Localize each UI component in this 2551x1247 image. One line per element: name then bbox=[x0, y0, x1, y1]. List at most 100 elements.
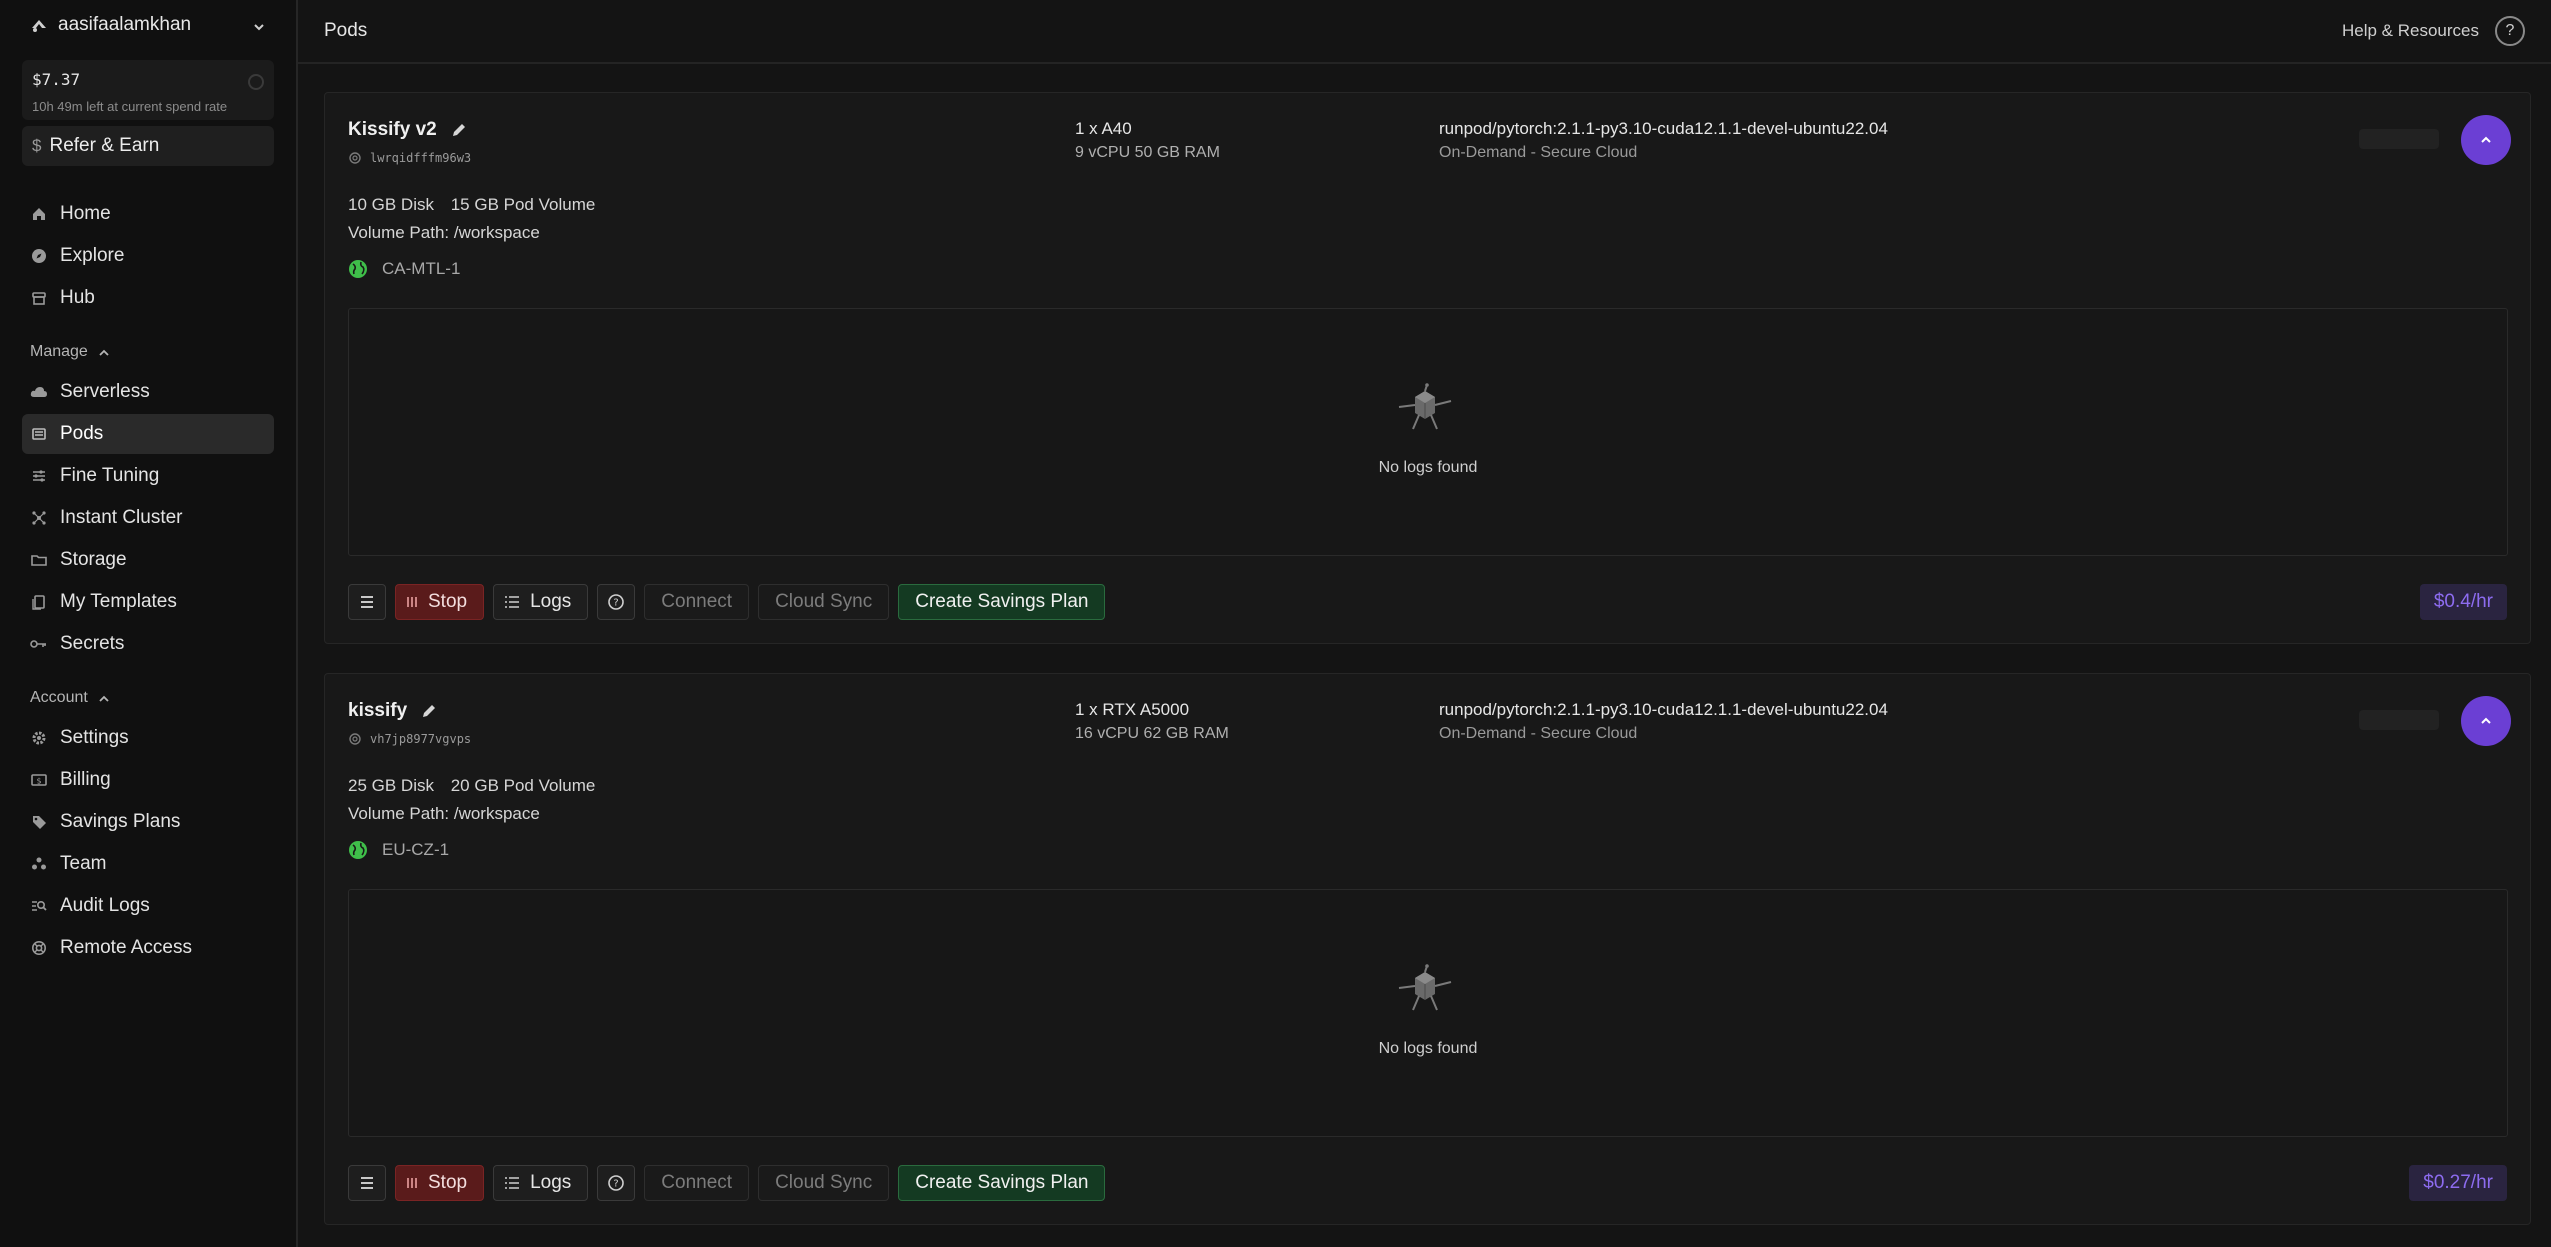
pod-gpu-info: 1 x RTX A5000 16 vCPU 62 GB RAM bbox=[1075, 698, 1229, 746]
sidebar-item-team[interactable]: Team bbox=[22, 844, 274, 884]
pod-region: EU-CZ-1 bbox=[382, 840, 450, 859]
sidebar-item-secrets[interactable]: Secrets bbox=[22, 624, 274, 664]
sidebar-item-home[interactable]: Home bbox=[22, 194, 274, 234]
pencil-icon[interactable] bbox=[451, 122, 467, 138]
pod-id[interactable]: lwrqidfffm96w3 bbox=[370, 151, 471, 165]
cloud-icon bbox=[30, 383, 48, 401]
stop-label: Stop bbox=[428, 591, 468, 612]
sidebar-item-my-templates[interactable]: My Templates bbox=[22, 582, 274, 622]
gear-icon bbox=[348, 732, 362, 746]
pod-image-info: runpod/pytorch:2.1.1-py3.10-cuda12.1.1-d… bbox=[1439, 698, 1888, 746]
audit-icon bbox=[30, 897, 48, 915]
pod-id[interactable]: vh7jp8977vgvps bbox=[370, 732, 471, 746]
logs-panel: No logs found bbox=[348, 308, 2508, 556]
svg-text:?: ? bbox=[614, 598, 619, 609]
chevron-up-icon bbox=[98, 692, 110, 704]
logs-button[interactable]: Logs bbox=[493, 584, 589, 620]
chevron-up-icon bbox=[2481, 136, 2491, 143]
sidebar-item-remote-access[interactable]: Remote Access bbox=[22, 928, 274, 968]
sidebar-item-serverless[interactable]: Serverless bbox=[22, 372, 274, 412]
sidebar-item-label: Storage bbox=[60, 549, 127, 570]
pods-icon bbox=[30, 425, 48, 443]
account-name: aasifaalamkhan bbox=[58, 14, 192, 35]
status-placeholder bbox=[2359, 710, 2439, 730]
help-button[interactable]: ? bbox=[2495, 16, 2525, 46]
pod-volume: 20 GB Pod Volume bbox=[450, 776, 596, 795]
sidebar-item-label: Savings Plans bbox=[60, 811, 181, 832]
connect-button[interactable]: Connect bbox=[644, 584, 750, 620]
store-icon bbox=[30, 289, 48, 307]
compass-icon bbox=[30, 247, 48, 265]
create-savings-plan-button[interactable]: Create Savings Plan bbox=[898, 1165, 1106, 1201]
pod-gpu-info: 1 x A40 9 vCPU 50 GB RAM bbox=[1075, 117, 1220, 165]
pod-name-row: Kissify v2 bbox=[348, 119, 467, 141]
help-resources-link[interactable]: Help & Resources bbox=[2342, 21, 2479, 41]
sidebar-item-fine-tuning[interactable]: Fine Tuning bbox=[22, 456, 274, 496]
cluster-icon bbox=[30, 509, 48, 527]
balance-card[interactable]: $7.37 10h 49m left at current spend rate bbox=[22, 60, 274, 120]
section-account-label: Account bbox=[30, 689, 88, 706]
pod-name-row: kissify bbox=[348, 700, 437, 722]
sidebar-item-label: Instant Cluster bbox=[60, 507, 183, 528]
account-switcher[interactable]: aasifaalamkhan bbox=[22, 0, 274, 50]
pod-price: $0.27/hr bbox=[2409, 1165, 2507, 1201]
menu-button[interactable] bbox=[348, 1165, 386, 1201]
stop-button[interactable]: Stop bbox=[395, 584, 485, 620]
sidebar-item-label: Billing bbox=[60, 769, 111, 790]
pod-id-row: lwrqidfffm96w3 bbox=[348, 151, 471, 165]
sidebar-item-audit-logs[interactable]: Audit Logs bbox=[22, 886, 274, 926]
tag-icon bbox=[30, 813, 48, 831]
sidebar-item-label: Settings bbox=[60, 727, 129, 748]
topbar: Pods Help & Resources ? bbox=[298, 0, 2551, 64]
stop-button[interactable]: Stop bbox=[395, 1165, 485, 1201]
section-account[interactable]: Account bbox=[22, 678, 274, 718]
home-icon bbox=[30, 205, 48, 223]
globe-icon bbox=[348, 840, 368, 860]
pod-volume-path: Volume Path: /workspace bbox=[348, 223, 540, 242]
sidebar-item-label: Remote Access bbox=[60, 937, 192, 958]
sidebar-item-label: Serverless bbox=[60, 381, 150, 402]
sidebar-item-savings-plans[interactable]: Savings Plans bbox=[22, 802, 274, 842]
list-icon bbox=[505, 596, 520, 608]
info-button[interactable]: ? bbox=[597, 584, 636, 620]
pod-actions: Stop Logs ? Connect Cloud Sync Create Sa… bbox=[348, 1165, 1114, 1201]
pod-name: Kissify v2 bbox=[348, 119, 437, 140]
logs-label: Logs bbox=[530, 1172, 572, 1193]
sidebar-item-instant-cluster[interactable]: Instant Cluster bbox=[22, 498, 274, 538]
balance-amount: $7.37 bbox=[32, 70, 81, 89]
logs-button[interactable]: Logs bbox=[493, 1165, 589, 1201]
templates-icon bbox=[30, 593, 48, 611]
info-button[interactable]: ? bbox=[597, 1165, 636, 1201]
sidebar-item-hub[interactable]: Hub bbox=[22, 278, 274, 318]
cloud-sync-button[interactable]: Cloud Sync bbox=[758, 1165, 890, 1201]
refer-earn-button[interactable]: $ Refer & Earn bbox=[22, 126, 274, 166]
hamburger-icon bbox=[361, 596, 373, 608]
sidebar-item-label: Secrets bbox=[60, 633, 125, 654]
collapse-button[interactable] bbox=[2461, 696, 2511, 746]
sidebar-item-settings[interactable]: Settings bbox=[22, 718, 274, 758]
menu-button[interactable] bbox=[348, 584, 386, 620]
no-logs-message: No logs found bbox=[1378, 1040, 1478, 1057]
pencil-icon[interactable] bbox=[421, 703, 437, 719]
sidebar-item-pods[interactable]: Pods bbox=[22, 414, 274, 454]
question-circle-icon: ? bbox=[608, 594, 625, 610]
collapse-button[interactable] bbox=[2461, 115, 2511, 165]
pod-price: $0.4/hr bbox=[2419, 584, 2507, 620]
sidebar-item-storage[interactable]: Storage bbox=[22, 540, 274, 580]
sidebar-item-billing[interactable]: $ Billing bbox=[22, 760, 274, 800]
empty-robot-icon bbox=[1398, 383, 1452, 430]
main-content: Pods Help & Resources ? Kissify v2 lwrqi… bbox=[298, 0, 2551, 1247]
sidebar-item-explore[interactable]: Explore bbox=[22, 236, 274, 276]
pod-disk: 10 GB Disk bbox=[348, 195, 434, 214]
section-manage[interactable]: Manage bbox=[22, 332, 274, 372]
create-savings-plan-button[interactable]: Create Savings Plan bbox=[898, 584, 1106, 620]
team-icon bbox=[30, 855, 48, 873]
connect-button[interactable]: Connect bbox=[644, 1165, 750, 1201]
pod-gpu: 1 x RTX A5000 bbox=[1075, 700, 1190, 719]
spend-ring-icon bbox=[248, 74, 264, 90]
sliders-icon bbox=[30, 467, 48, 485]
cloud-sync-button[interactable]: Cloud Sync bbox=[758, 584, 890, 620]
chevron-down-icon[interactable] bbox=[252, 18, 266, 32]
pod-disk-row: 25 GB Disk 20 GB Pod Volume bbox=[348, 776, 595, 796]
pod-card: Kissify v2 lwrqidfffm96w3 1 x A40 9 vCPU… bbox=[324, 92, 2531, 644]
